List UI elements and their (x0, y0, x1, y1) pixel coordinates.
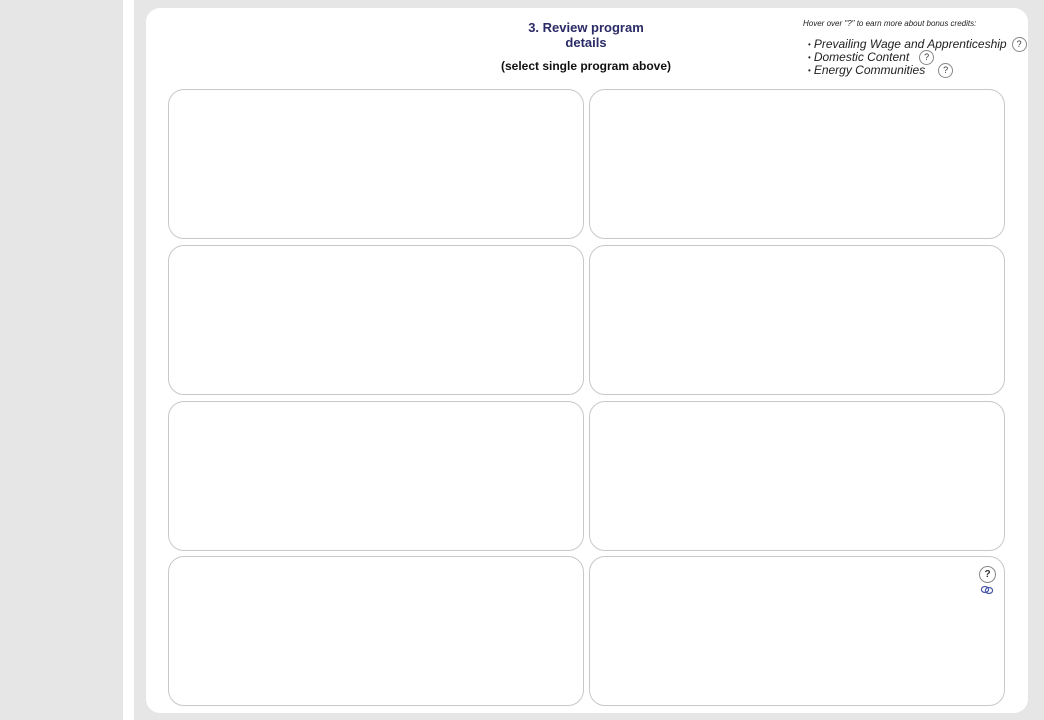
left-sidebar-pane (0, 0, 123, 720)
detail-card-6 (589, 401, 1005, 551)
question-circle-icon[interactable]: ? (938, 63, 954, 78)
bonus-hover-note: Hover over "?" to earn more about bonus … (803, 19, 977, 28)
detail-card-4 (589, 245, 1005, 395)
bullet: • (808, 53, 811, 62)
link-icon[interactable] (980, 585, 994, 595)
question-circle-icon[interactable]: ? (1011, 37, 1027, 52)
review-subtitle: (select single program above) (500, 59, 672, 73)
detail-card-3 (168, 245, 584, 395)
question-circle-icon[interactable]: ? (979, 566, 996, 583)
bullet: • (808, 66, 811, 75)
pane-divider[interactable] (123, 0, 134, 720)
bonus-credit-list: • Prevailing Wage and Apprenticeship ? •… (808, 37, 1027, 78)
review-title: 3. Review program details (528, 20, 644, 50)
detail-card-8: ? (589, 556, 1005, 706)
detail-card-5 (168, 401, 584, 551)
detail-card-7 (168, 556, 584, 706)
bonus-item-energy-communities: • Energy Communities ? (808, 63, 1027, 78)
detail-card-2 (589, 89, 1005, 239)
review-panel: 3. Review program details (select single… (146, 8, 1028, 713)
bullet: • (808, 40, 811, 49)
detail-card-1 (168, 89, 584, 239)
bonus-item-label: Energy Communities (813, 63, 926, 77)
